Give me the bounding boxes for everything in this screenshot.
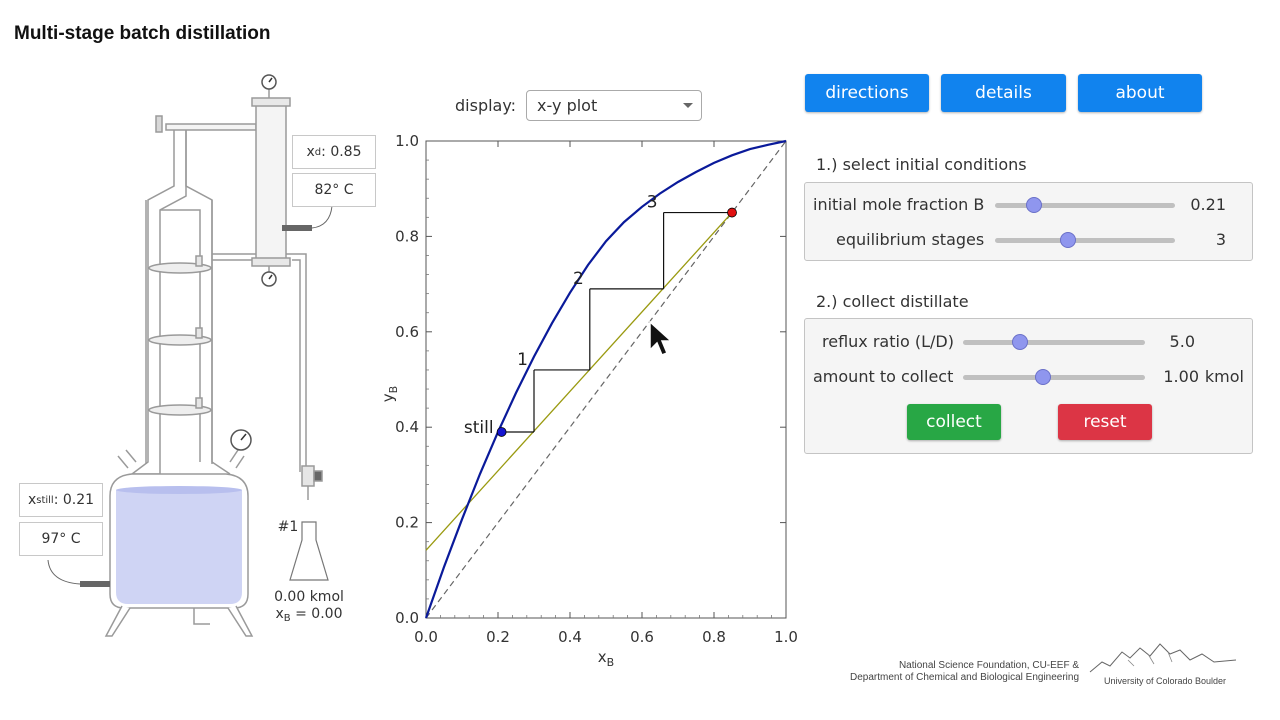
xd-label: x — [306, 144, 315, 160]
mouse-cursor-icon — [649, 320, 673, 356]
university-name: University of Colorado Boulder — [1104, 676, 1227, 686]
flask-amount: 0.00 kmol — [274, 589, 344, 605]
equilibrium-stages-thumb[interactable] — [1060, 232, 1076, 248]
display-row: display: x-y plot — [455, 90, 703, 121]
display-select-value: x-y plot — [537, 96, 598, 115]
reflux-ratio-slider[interactable] — [963, 340, 1145, 345]
condenser-temperature-box: 82° C — [292, 173, 376, 207]
xd-value: : 0.85 — [321, 144, 362, 160]
collect-distillate-panel: reflux ratio (L/D) 5.0 amount to collect… — [804, 318, 1253, 454]
flask-number: #1 — [277, 519, 299, 535]
initial-mole-fraction-slider[interactable] — [995, 203, 1175, 208]
flask-composition: xB = 0.00 — [270, 606, 348, 627]
mountain-logo-icon — [1089, 643, 1237, 673]
page-title: Multi-stage batch distillation — [14, 23, 271, 44]
x-tick-label: 0.0 — [414, 628, 438, 646]
reflux-ratio-value: 5.0 — [1169, 332, 1195, 351]
still-point — [496, 427, 507, 437]
x-tick-label: 0.4 — [558, 628, 582, 646]
distillate-point — [727, 207, 737, 218]
initial-mole-fraction-value: 0.21 — [1190, 195, 1226, 214]
chevron-down-icon — [683, 103, 694, 108]
x-tick-label: 1.0 — [774, 628, 798, 646]
stage-label: 2 — [573, 269, 584, 289]
amount-to-collect-thumb[interactable] — [1035, 369, 1051, 385]
credits-line1: National Science Foundation, CU-EEF & — [898, 660, 1080, 671]
y-tick-label: 0.2 — [395, 514, 419, 532]
y-tick-label: 0.6 — [395, 323, 419, 341]
distillate-composition-box: xd: 0.85 — [292, 135, 376, 169]
amount-to-collect-unit: kmol — [1204, 367, 1244, 386]
initial-conditions-panel: initial mole fraction B 0.21 equilibrium… — [804, 182, 1253, 261]
reset-button[interactable]: reset — [1058, 404, 1152, 440]
equilibrium-stages-slider[interactable] — [995, 238, 1175, 243]
credits-line2: Department of Chemical and Biological En… — [850, 672, 1080, 683]
xstill-subscript: still — [36, 494, 54, 506]
amount-to-collect-value: 1.00 — [1163, 367, 1199, 386]
y-axis-label: yB — [379, 386, 400, 402]
stage-label: 1 — [517, 350, 528, 370]
initial-mole-fraction-thumb[interactable] — [1026, 197, 1042, 213]
y-tick-label: 0.8 — [395, 227, 419, 245]
x-axis-label: xB — [598, 648, 614, 669]
flask-x-subscript: B — [283, 613, 291, 624]
equilibrium-stages-label: equilibrium stages — [836, 230, 985, 249]
x-tick-label: 0.2 — [486, 628, 510, 646]
x-tick-label: 0.8 — [702, 628, 726, 646]
y-tick-label: 0.4 — [395, 418, 419, 436]
xstill-value: : 0.21 — [53, 492, 95, 508]
still-composition-box: x still: 0.21 — [19, 483, 103, 517]
section1-title: 1.) select initial conditions — [816, 155, 1027, 174]
still-point-label: still — [464, 418, 494, 438]
still-temperature-box: 97° C — [19, 522, 103, 556]
collect-button[interactable]: collect — [907, 404, 1001, 440]
xy-chart: 0.00.0 0.2 0.2 0.4 0.4 0.6 0.6 0.8 0.8 1.0 1.0 1 2 3 s… — [379, 132, 798, 669]
amount-to-collect-slider[interactable] — [963, 375, 1145, 380]
initial-mole-fraction-label: initial mole fraction B — [813, 195, 985, 214]
reflux-ratio-label: reflux ratio (L/D) — [822, 332, 954, 351]
credits: National Science Foundation, CU-EEF & De… — [850, 660, 1079, 684]
reflux-ratio-thumb[interactable] — [1012, 334, 1028, 350]
about-button[interactable]: about — [1078, 74, 1202, 112]
details-button[interactable]: details — [941, 74, 1066, 112]
equilibrium-stages-value: 3 — [1215, 230, 1226, 249]
x-tick-label: 0.6 — [630, 628, 654, 646]
y-tick-label: 1.0 — [395, 132, 419, 150]
flask-x-label: x — [275, 606, 284, 622]
display-label: display: — [455, 96, 517, 115]
directions-button[interactable]: directions — [805, 74, 929, 112]
xstill-label: x — [27, 492, 37, 508]
display-select[interactable]: x-y plot — [526, 90, 703, 121]
stage-label: 3 — [647, 193, 658, 213]
amount-to-collect-label: amount to collect — [813, 367, 954, 386]
section2-title: 2.) collect distillate — [816, 292, 969, 311]
flask-x-value: = 0.00 — [290, 606, 343, 622]
y-tick-label: 0.0 — [395, 609, 419, 627]
